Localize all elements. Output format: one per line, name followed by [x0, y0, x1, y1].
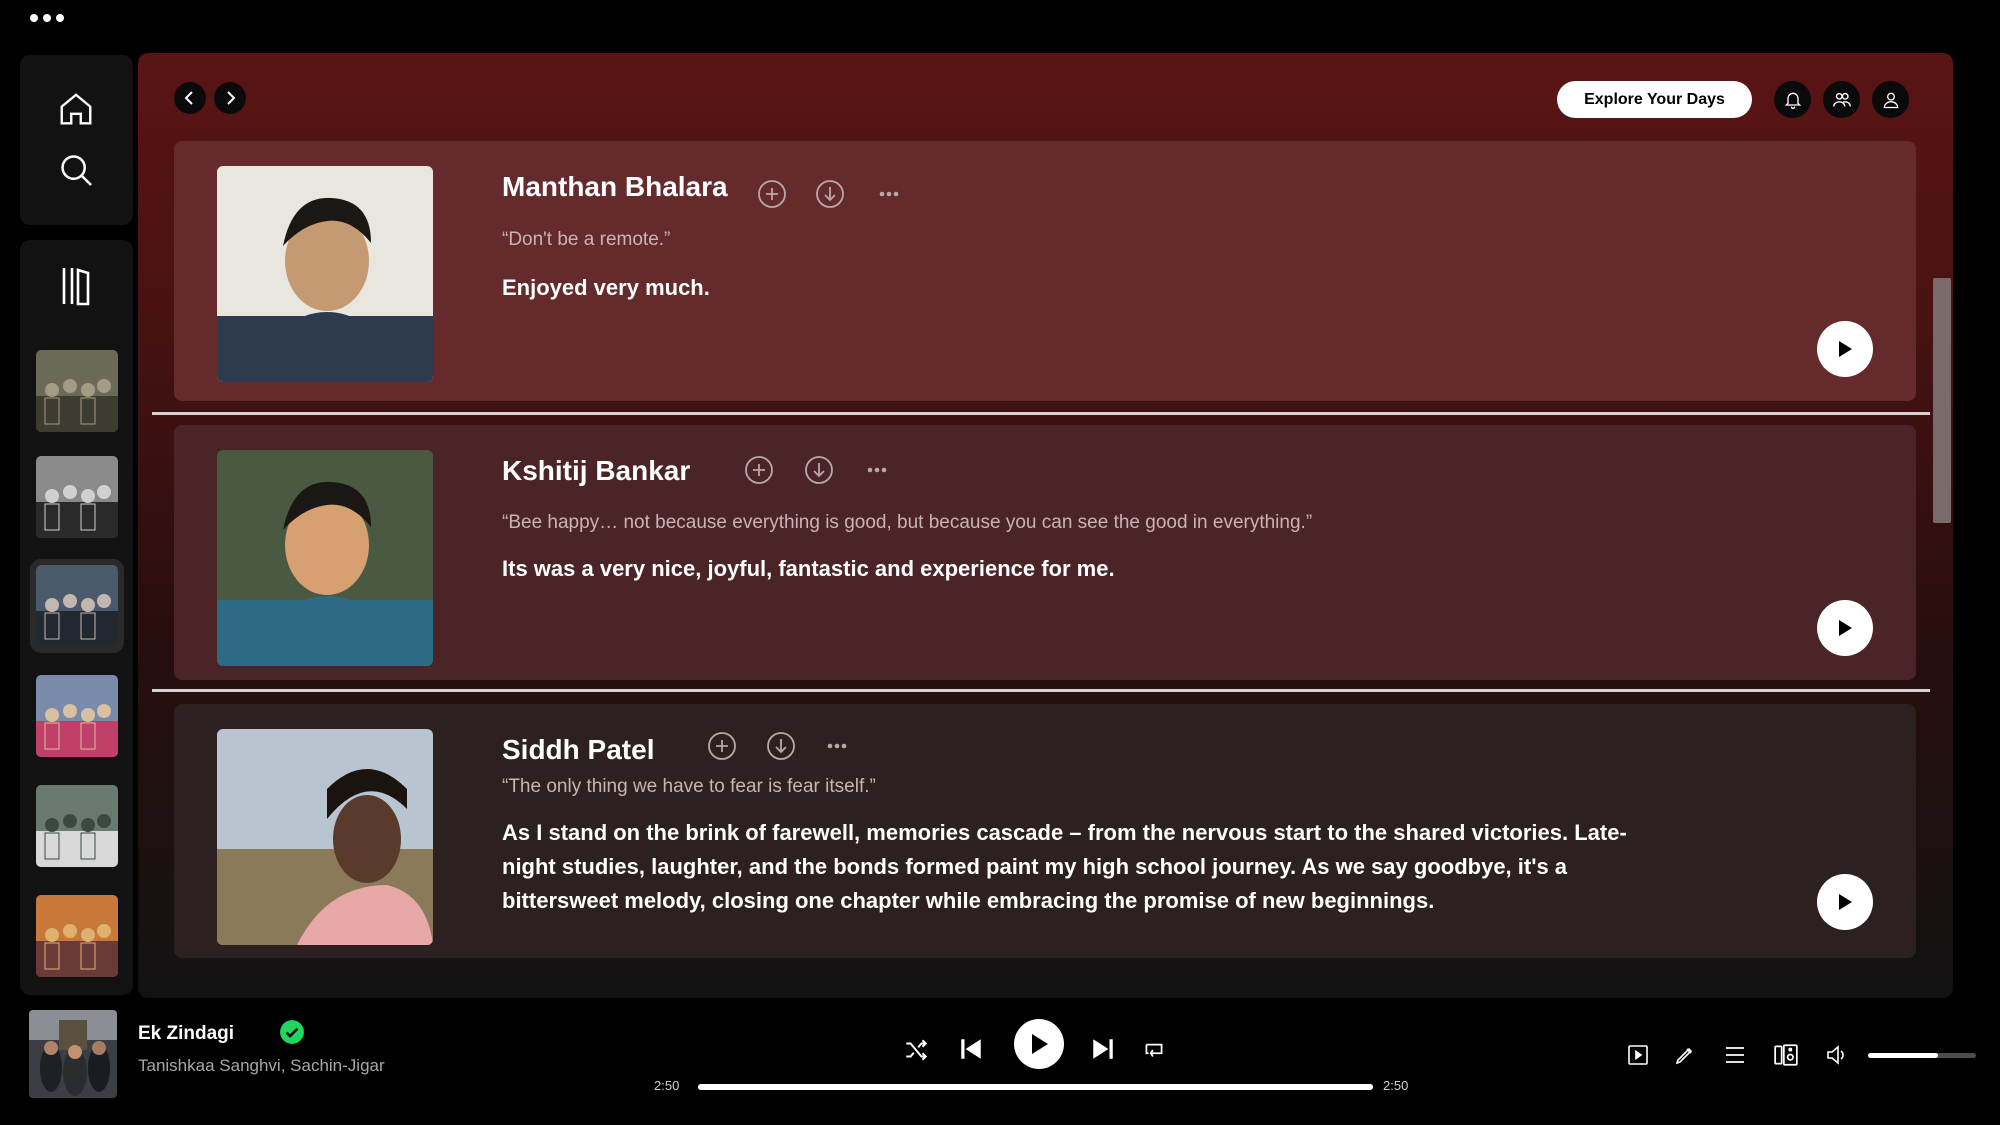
sidebar-item-playlist-1[interactable]: [36, 350, 118, 432]
profile-photo: [217, 166, 433, 382]
sidebar-item-playlist-3[interactable]: [30, 559, 124, 653]
queue-icon[interactable]: [1720, 1040, 1750, 1070]
repeat-icon[interactable]: [1138, 1034, 1170, 1066]
card-play-button[interactable]: [1817, 321, 1873, 377]
divider: [152, 412, 1930, 415]
sidebar-item-playlist-6[interactable]: [36, 895, 118, 977]
card-name[interactable]: Kshitij Bankar: [502, 455, 690, 487]
card-play-button[interactable]: [1817, 600, 1873, 656]
lyrics-icon[interactable]: [1670, 1040, 1700, 1070]
more-options-icon[interactable]: [862, 455, 892, 485]
card-quote: “Don't be a remote.”: [502, 229, 671, 250]
friends-icon[interactable]: [1823, 81, 1860, 118]
back-arrow-icon[interactable]: [174, 82, 206, 114]
memory-card[interactable]: Siddh Patel “The only thing we have to f…: [174, 704, 1916, 958]
now-playing-view-icon[interactable]: [1623, 1040, 1653, 1070]
download-icon[interactable]: [804, 455, 834, 485]
time-elapsed: 2:50: [654, 1078, 680, 1093]
connect-device-icon[interactable]: [1771, 1040, 1801, 1070]
forward-arrow-icon[interactable]: [214, 82, 246, 114]
add-icon[interactable]: [757, 179, 787, 209]
sidebar-item-playlist-4[interactable]: [36, 675, 118, 757]
card-quote: “The only thing we have to fear is fear …: [502, 776, 876, 797]
volume-icon[interactable]: [1822, 1040, 1852, 1070]
library-panel: [20, 240, 133, 995]
previous-icon[interactable]: [954, 1032, 988, 1066]
card-name[interactable]: Siddh Patel: [502, 734, 654, 766]
profile-photo: [217, 450, 433, 666]
progress-bar[interactable]: [698, 1084, 1373, 1090]
divider: [152, 689, 1930, 692]
card-quote: “Bee happy… not because everything is go…: [502, 512, 1313, 533]
main-view: Explore Your Days Manthan Bhalara “Don't…: [138, 53, 1953, 998]
sidebar-nav: [20, 55, 133, 225]
liked-check-icon[interactable]: [279, 1019, 305, 1045]
next-icon[interactable]: [1086, 1032, 1120, 1066]
more-options-icon[interactable]: [874, 179, 904, 209]
volume-slider[interactable]: [1868, 1053, 1976, 1058]
memory-card[interactable]: Manthan Bhalara “Don't be a remote.” Enj…: [174, 141, 1916, 401]
add-icon[interactable]: [707, 731, 737, 761]
scrollbar[interactable]: [1933, 278, 1951, 523]
now-playing-cover[interactable]: [29, 1010, 117, 1098]
shuffle-icon[interactable]: [900, 1034, 932, 1066]
time-total: 2:50: [1383, 1078, 1409, 1093]
card-message: As I stand on the brink of farewell, mem…: [502, 820, 1627, 913]
sidebar-item-playlist-5[interactable]: [36, 785, 118, 867]
sidebar-item-playlist-2[interactable]: [36, 456, 118, 538]
memory-card[interactable]: Kshitij Bankar “Bee happy… not because e…: [174, 425, 1916, 680]
bell-icon[interactable]: [1774, 81, 1811, 118]
profile-icon[interactable]: [1872, 81, 1909, 118]
play-icon[interactable]: [1014, 1019, 1064, 1069]
card-message: Its was a very nice, joyful, fantastic a…: [502, 556, 1115, 581]
card-name[interactable]: Manthan Bhalara: [502, 171, 728, 203]
more-dots-icon[interactable]: [30, 14, 64, 22]
profile-photo: [217, 729, 433, 945]
track-title[interactable]: Ek Zindagi: [138, 1023, 234, 1045]
card-play-button[interactable]: [1817, 874, 1873, 930]
track-artist[interactable]: Tanishkaa Sanghvi, Sachin-Jigar: [138, 1056, 385, 1076]
download-icon[interactable]: [815, 179, 845, 209]
search-icon[interactable]: [53, 147, 99, 193]
add-icon[interactable]: [744, 455, 774, 485]
download-icon[interactable]: [766, 731, 796, 761]
home-icon[interactable]: [53, 86, 99, 132]
library-icon[interactable]: [56, 262, 96, 310]
explore-your-days-button[interactable]: Explore Your Days: [1557, 81, 1752, 118]
more-options-icon[interactable]: [822, 731, 852, 761]
card-message: Enjoyed very much.: [502, 275, 710, 300]
